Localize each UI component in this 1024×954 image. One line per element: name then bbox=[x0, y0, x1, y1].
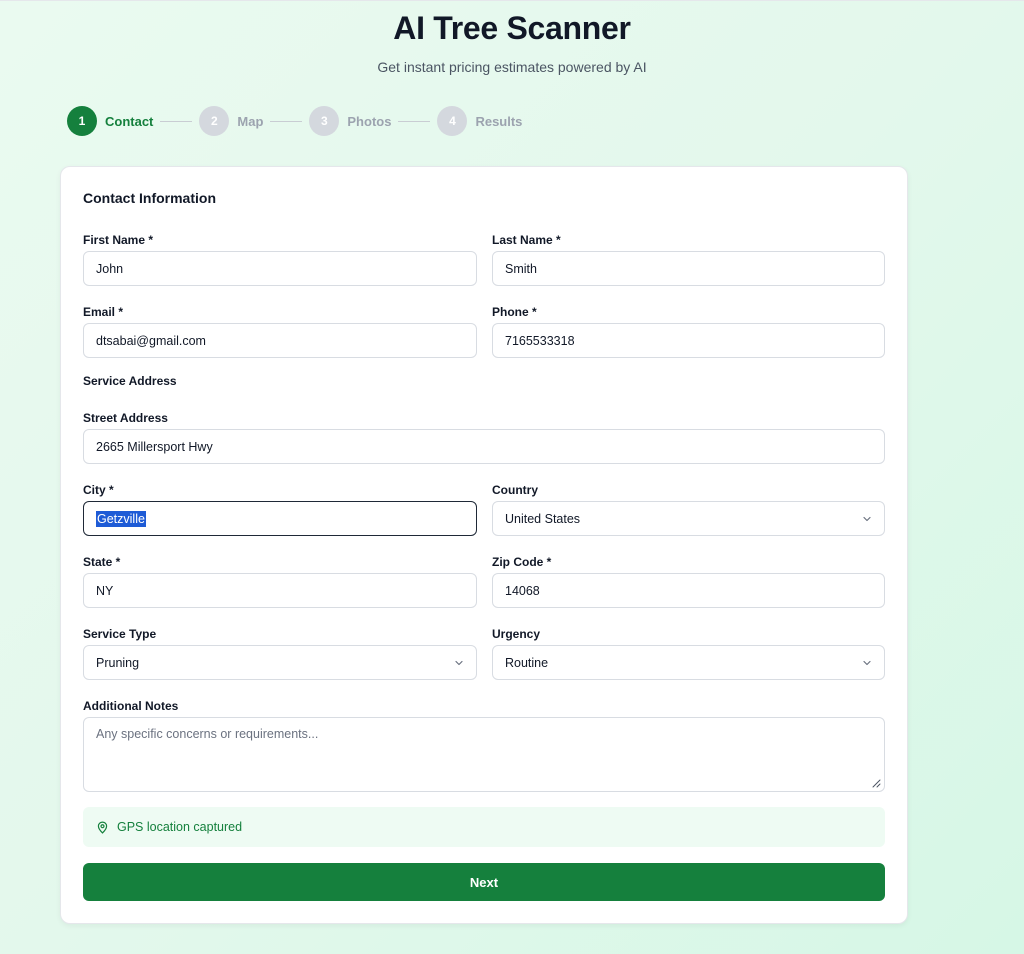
city-label: City * bbox=[83, 483, 114, 497]
urgency-select[interactable]: Routine bbox=[492, 645, 885, 680]
street-address-label: Street Address bbox=[83, 411, 168, 425]
gps-status-banner: GPS location captured bbox=[83, 807, 885, 847]
additional-notes-label: Additional Notes bbox=[83, 699, 179, 713]
first-name-label: First Name * bbox=[83, 233, 154, 247]
next-button[interactable]: Next bbox=[83, 863, 885, 901]
service-type-label: Service Type bbox=[83, 627, 157, 641]
chevron-down-icon bbox=[863, 660, 871, 665]
last-name-label: Last Name * bbox=[492, 233, 561, 247]
phone-label: Phone * bbox=[492, 305, 537, 319]
step-label: Map bbox=[237, 113, 264, 129]
service-type-select[interactable]: Pruning bbox=[83, 645, 477, 680]
urgency-value: Routine bbox=[505, 655, 549, 670]
zip-code-label: Zip Code * bbox=[492, 555, 552, 569]
country-select[interactable]: United States bbox=[492, 501, 885, 536]
step-number: 4 bbox=[437, 106, 468, 136]
step-contact[interactable]: 1 Contact bbox=[67, 106, 153, 136]
additional-notes-textarea[interactable]: Any specific concerns or requirements... bbox=[83, 717, 885, 792]
gps-status-text: GPS location captured bbox=[117, 820, 243, 834]
state-input[interactable]: NY bbox=[83, 573, 477, 608]
street-address-input[interactable]: 2665 Millersport Hwy bbox=[83, 429, 885, 464]
step-map[interactable]: 2 Map bbox=[199, 106, 263, 136]
email-value: dtsabai@gmail.com bbox=[96, 333, 206, 348]
last-name-value: Smith bbox=[505, 261, 537, 276]
chevron-down-icon bbox=[863, 516, 871, 521]
step-label: Results bbox=[475, 113, 523, 129]
state-value: NY bbox=[96, 583, 114, 598]
service-type-value: Pruning bbox=[96, 655, 140, 670]
step-connector bbox=[160, 120, 193, 122]
first-name-value: John bbox=[96, 261, 124, 276]
phone-input[interactable]: 7165533318 bbox=[492, 323, 885, 358]
step-number: 3 bbox=[309, 106, 340, 136]
service-address-heading: Service Address bbox=[83, 374, 177, 388]
notes-placeholder: Any specific concerns or requirements... bbox=[96, 727, 319, 741]
page-title: AI Tree Scanner bbox=[393, 10, 631, 46]
city-value: Getzville bbox=[96, 510, 146, 527]
page-subtitle: Get instant pricing estimates powered by… bbox=[377, 59, 647, 75]
contact-form-card: Contact Information First Name * John La… bbox=[60, 166, 908, 924]
email-label: Email * bbox=[83, 305, 124, 319]
page-header: AI Tree Scanner Get instant pricing esti… bbox=[0, 1, 1024, 75]
email-input[interactable]: dtsabai@gmail.com bbox=[83, 323, 477, 358]
phone-value: 7165533318 bbox=[505, 333, 575, 348]
step-photos[interactable]: 3 Photos bbox=[309, 106, 391, 136]
city-input[interactable]: Getzville bbox=[83, 501, 477, 536]
step-label: Contact bbox=[105, 113, 154, 129]
step-connector bbox=[270, 120, 303, 122]
card-title: Contact Information bbox=[83, 190, 216, 206]
zip-code-input[interactable]: 14068 bbox=[492, 573, 885, 608]
chevron-down-icon bbox=[455, 660, 463, 665]
resize-handle-icon[interactable] bbox=[871, 778, 881, 788]
step-label: Photos bbox=[347, 113, 392, 129]
country-value: United States bbox=[505, 511, 581, 526]
urgency-label: Urgency bbox=[492, 627, 541, 641]
map-pin-icon bbox=[97, 821, 108, 834]
state-label: State * bbox=[83, 555, 121, 569]
step-connector bbox=[398, 120, 431, 122]
zip-code-value: 14068 bbox=[505, 583, 540, 598]
last-name-input[interactable]: Smith bbox=[492, 251, 885, 286]
step-number: 2 bbox=[199, 106, 230, 136]
progress-stepper: 1 Contact 2 Map 3 Photos 4 Results bbox=[67, 106, 522, 136]
first-name-input[interactable]: John bbox=[83, 251, 477, 286]
step-results[interactable]: 4 Results bbox=[437, 106, 522, 136]
step-number: 1 bbox=[67, 106, 97, 136]
country-label: Country bbox=[492, 483, 538, 497]
street-address-value: 2665 Millersport Hwy bbox=[96, 439, 213, 454]
